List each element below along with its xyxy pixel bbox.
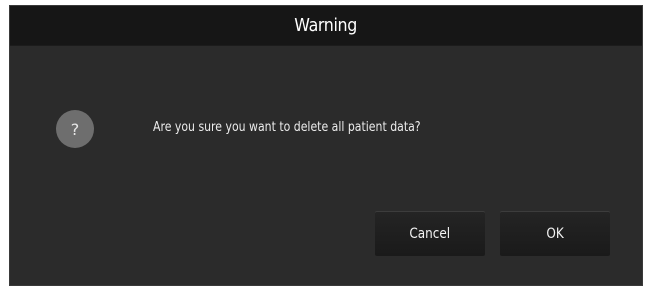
ok-button[interactable]: OK: [500, 212, 610, 256]
cancel-button[interactable]: Cancel: [375, 212, 485, 256]
dialog-titlebar: Warning: [10, 6, 642, 46]
dialog-title: Warning: [294, 15, 358, 36]
cancel-button-label: Cancel: [409, 226, 451, 242]
warning-dialog: Warning ? Are you sure you want to delet…: [9, 5, 643, 286]
ok-button-label: OK: [546, 226, 564, 242]
dialog-message: Are you sure you want to delete all pati…: [153, 120, 421, 135]
question-icon: ?: [56, 110, 94, 148]
